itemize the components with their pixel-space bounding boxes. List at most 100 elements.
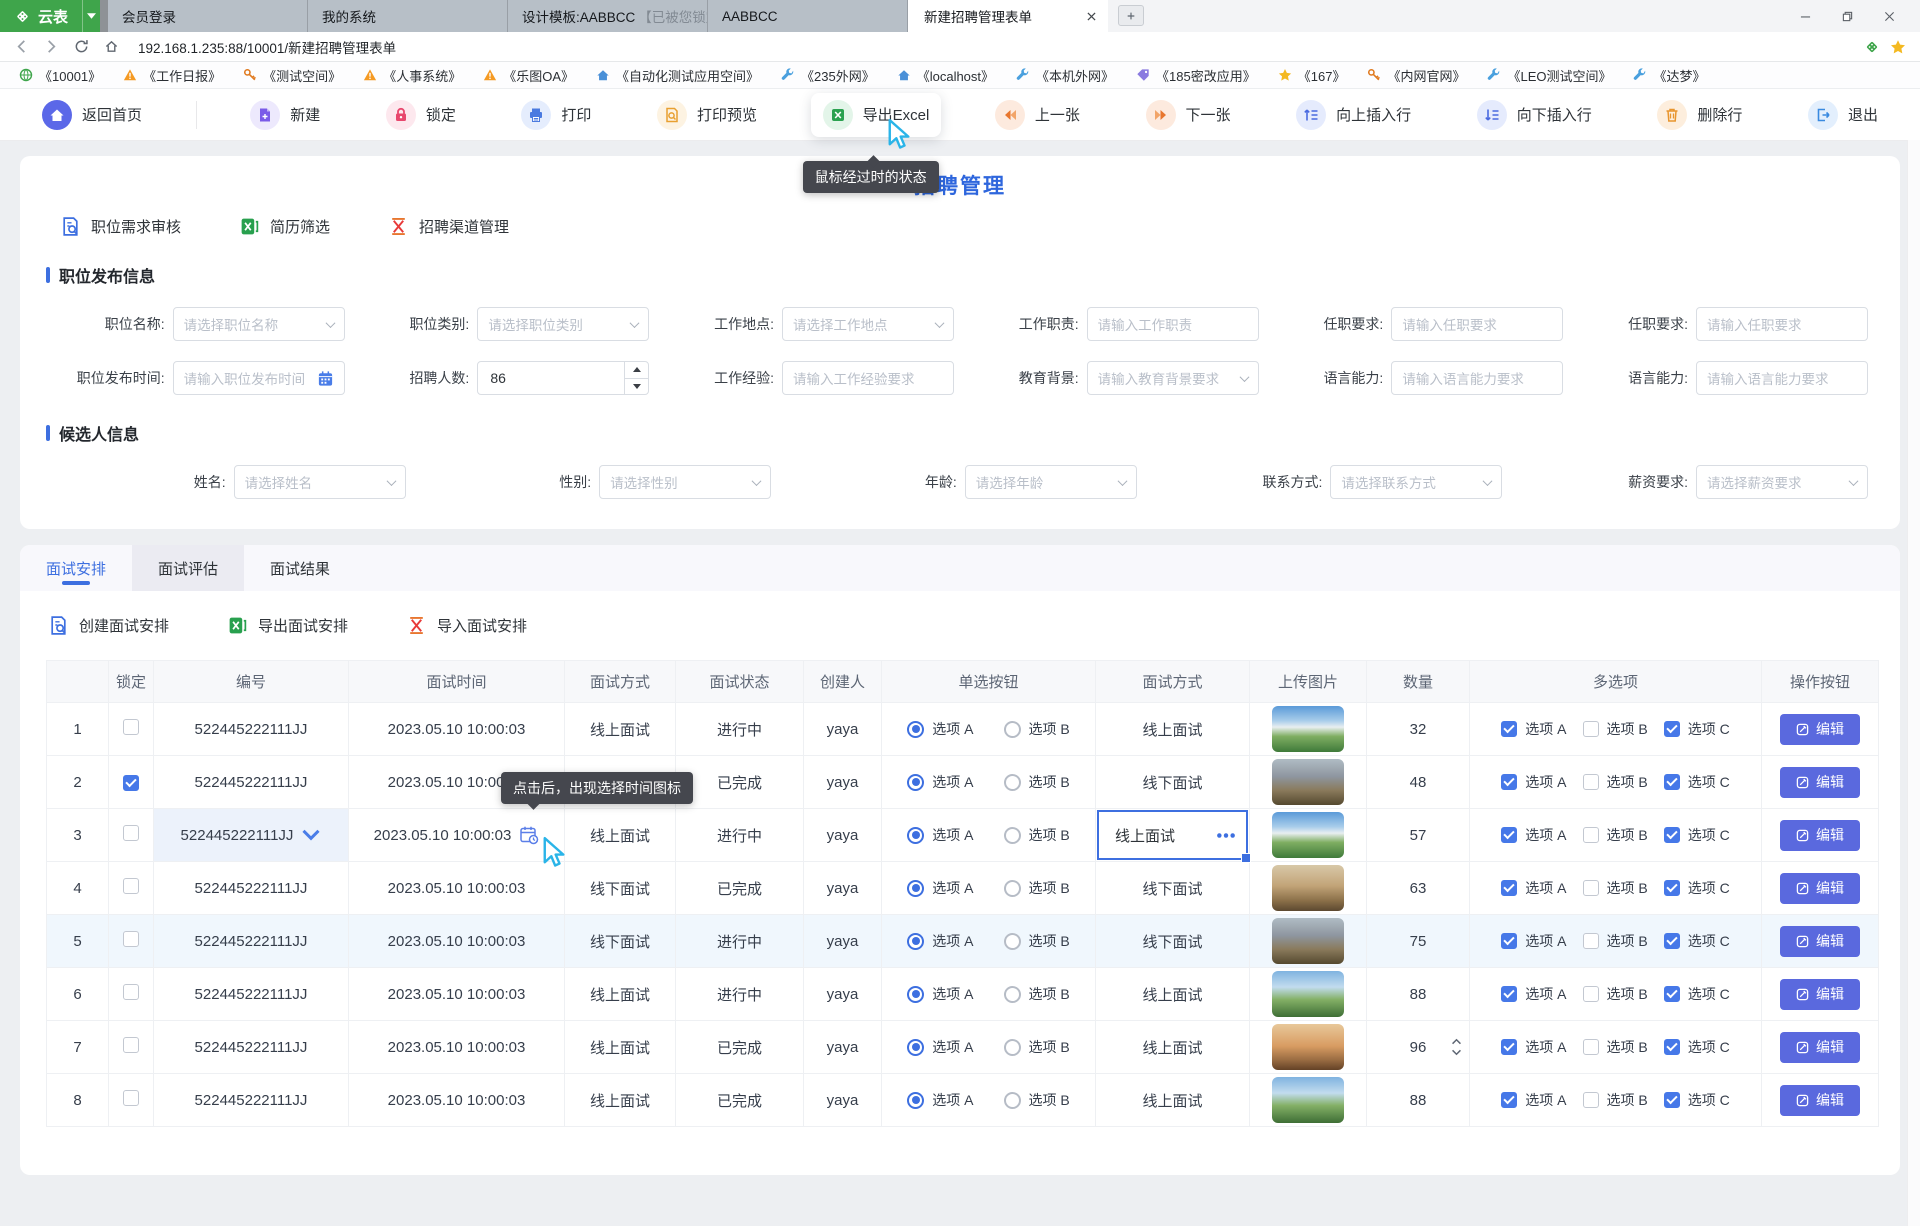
back-icon[interactable] bbox=[14, 39, 29, 54]
option-checkbox[interactable] bbox=[1583, 1039, 1599, 1055]
work-experience-input[interactable]: 请输入工作经验要求 bbox=[782, 361, 954, 395]
language-1-input[interactable]: 请输入语言能力要求 bbox=[1391, 361, 1563, 395]
lock-button[interactable]: 锁定 bbox=[374, 93, 468, 137]
lock-checkbox[interactable] bbox=[123, 775, 139, 791]
forward-icon[interactable] bbox=[44, 39, 59, 54]
print-button[interactable]: 打印 bbox=[509, 93, 603, 137]
browser-tab-my-system[interactable]: 我的系统 bbox=[308, 0, 508, 32]
export-excel-button[interactable]: 导出Excel鼠标经过时的状态 bbox=[811, 93, 942, 137]
job-requirement-1-input[interactable]: 请输入任职要求 bbox=[1391, 307, 1563, 341]
uploaded-image[interactable] bbox=[1272, 706, 1344, 752]
qty-spinner[interactable] bbox=[1451, 1038, 1462, 1056]
next-record-button[interactable]: 下一张 bbox=[1134, 93, 1243, 137]
option-checkbox[interactable] bbox=[1664, 774, 1680, 790]
option-checkbox[interactable] bbox=[1664, 986, 1680, 1002]
radio-button[interactable] bbox=[907, 1092, 924, 1109]
radio-button[interactable] bbox=[907, 827, 924, 844]
work-location-select[interactable]: 请选择工作地点 bbox=[782, 307, 954, 341]
language-2-input[interactable]: 请输入语言能力要求 bbox=[1696, 361, 1868, 395]
job-requirement-review-button[interactable]: 职位需求审核 bbox=[60, 216, 181, 237]
option-checkbox[interactable] bbox=[1501, 880, 1517, 896]
option-checkbox[interactable] bbox=[1583, 774, 1599, 790]
bookmark-item-10[interactable]: 《167》 bbox=[1267, 66, 1357, 85]
uploaded-image[interactable] bbox=[1272, 812, 1344, 858]
option-checkbox[interactable] bbox=[1583, 721, 1599, 737]
import-interview-button[interactable]: 导入面试安排 bbox=[406, 615, 527, 636]
calendar-icon[interactable] bbox=[317, 370, 334, 387]
window-close-button[interactable] bbox=[1868, 0, 1910, 32]
option-checkbox[interactable] bbox=[1664, 1092, 1680, 1108]
gender-select[interactable]: 请选择性别 bbox=[599, 465, 771, 499]
uploaded-image[interactable] bbox=[1272, 971, 1344, 1017]
option-checkbox[interactable] bbox=[1664, 933, 1680, 949]
lock-checkbox[interactable] bbox=[123, 719, 139, 735]
option-checkbox[interactable] bbox=[1501, 827, 1517, 843]
more-dots-icon[interactable] bbox=[1216, 832, 1236, 839]
active-cell-editor[interactable]: 线上面试 bbox=[1097, 810, 1248, 860]
export-interview-button[interactable]: 导出面试安排 bbox=[227, 615, 348, 636]
tab-interview-result[interactable]: 面试结果 bbox=[244, 545, 356, 591]
insert-row-below-button[interactable]: 向下插入行 bbox=[1465, 93, 1604, 137]
bookmark-item-11[interactable]: 《内网官网》 bbox=[1356, 66, 1476, 85]
radio-button[interactable] bbox=[907, 1039, 924, 1056]
spin-down-icon[interactable] bbox=[1451, 1049, 1462, 1056]
bookmark-item-2[interactable]: 《测试空间》 bbox=[232, 66, 352, 85]
bookmark-item-3[interactable]: 《人事系统》 bbox=[352, 66, 472, 85]
radio-button[interactable] bbox=[1004, 880, 1021, 897]
job-category-select[interactable]: 请选择职位类别 bbox=[477, 307, 649, 341]
uploaded-image[interactable] bbox=[1272, 865, 1344, 911]
contact-select[interactable]: 请选择联系方式 bbox=[1330, 465, 1502, 499]
tab-interview-schedule[interactable]: 面试安排 bbox=[20, 545, 132, 591]
logo-menu-button[interactable] bbox=[82, 0, 100, 32]
edit-button[interactable]: 编辑 bbox=[1780, 873, 1860, 904]
print-preview-button[interactable]: 打印预览 bbox=[645, 93, 769, 137]
number-spinner[interactable] bbox=[624, 362, 648, 394]
option-checkbox[interactable] bbox=[1501, 1039, 1517, 1055]
browser-tab-member-login[interactable]: 会员登录 bbox=[108, 0, 308, 32]
option-checkbox[interactable] bbox=[1583, 880, 1599, 896]
option-checkbox[interactable] bbox=[1664, 1039, 1680, 1055]
bookmark-item-13[interactable]: 《达梦》 bbox=[1622, 66, 1716, 85]
favorite-star-icon[interactable] bbox=[1890, 39, 1906, 55]
calendar-clock-icon[interactable] bbox=[519, 825, 539, 845]
lock-checkbox[interactable] bbox=[123, 878, 139, 894]
option-checkbox[interactable] bbox=[1664, 721, 1680, 737]
radio-button[interactable] bbox=[907, 721, 924, 738]
back-home-button[interactable]: 返回首页 bbox=[30, 93, 154, 137]
edit-button[interactable]: 编辑 bbox=[1780, 1085, 1860, 1116]
close-icon[interactable] bbox=[1087, 12, 1096, 21]
fill-handle[interactable] bbox=[1241, 853, 1251, 863]
browser-tab-aabbcc[interactable]: AABBCC bbox=[708, 0, 908, 32]
radio-button[interactable] bbox=[907, 933, 924, 950]
uploaded-image[interactable] bbox=[1272, 918, 1344, 964]
option-checkbox[interactable] bbox=[1583, 986, 1599, 1002]
option-checkbox[interactable] bbox=[1664, 880, 1680, 896]
lock-checkbox[interactable] bbox=[123, 1037, 139, 1053]
publish-time-input[interactable]: 请输入职位发布时间 bbox=[173, 361, 345, 395]
bookmark-item-12[interactable]: 《LEO测试空间》 bbox=[1476, 66, 1622, 85]
headcount-input[interactable]: 86 bbox=[477, 361, 649, 395]
option-checkbox[interactable] bbox=[1501, 774, 1517, 790]
radio-button[interactable] bbox=[1004, 1092, 1021, 1109]
education-select[interactable]: 请输入教育背景要求 bbox=[1087, 361, 1259, 395]
create-interview-button[interactable]: 创建面试安排 bbox=[48, 615, 169, 636]
radio-button[interactable] bbox=[907, 986, 924, 1003]
edit-button[interactable]: 编辑 bbox=[1780, 714, 1860, 745]
browser-tab-active[interactable]: 新建招聘管理表单 bbox=[908, 0, 1108, 32]
edit-button[interactable]: 编辑 bbox=[1780, 820, 1860, 851]
radio-button[interactable] bbox=[1004, 933, 1021, 950]
option-checkbox[interactable] bbox=[1501, 933, 1517, 949]
spin-down-button[interactable] bbox=[625, 379, 648, 395]
prev-record-button[interactable]: 上一张 bbox=[983, 93, 1092, 137]
home-nav-icon[interactable] bbox=[104, 39, 119, 54]
uploaded-image[interactable] bbox=[1272, 1024, 1344, 1070]
edit-button[interactable]: 编辑 bbox=[1780, 1032, 1860, 1063]
salary-select[interactable]: 请选择薪资要求 bbox=[1696, 465, 1868, 499]
uploaded-image[interactable] bbox=[1272, 1077, 1344, 1123]
exit-button[interactable]: 退出 bbox=[1796, 93, 1890, 137]
edit-button[interactable]: 编辑 bbox=[1780, 926, 1860, 957]
browser-tab-design-template[interactable]: 设计模板:AABBCC【已被您锁定】 bbox=[508, 0, 708, 32]
lock-checkbox[interactable] bbox=[123, 931, 139, 947]
bookmark-item-4[interactable]: 《乐图OA》 bbox=[472, 66, 585, 85]
scrollbar[interactable] bbox=[1907, 140, 1920, 1226]
